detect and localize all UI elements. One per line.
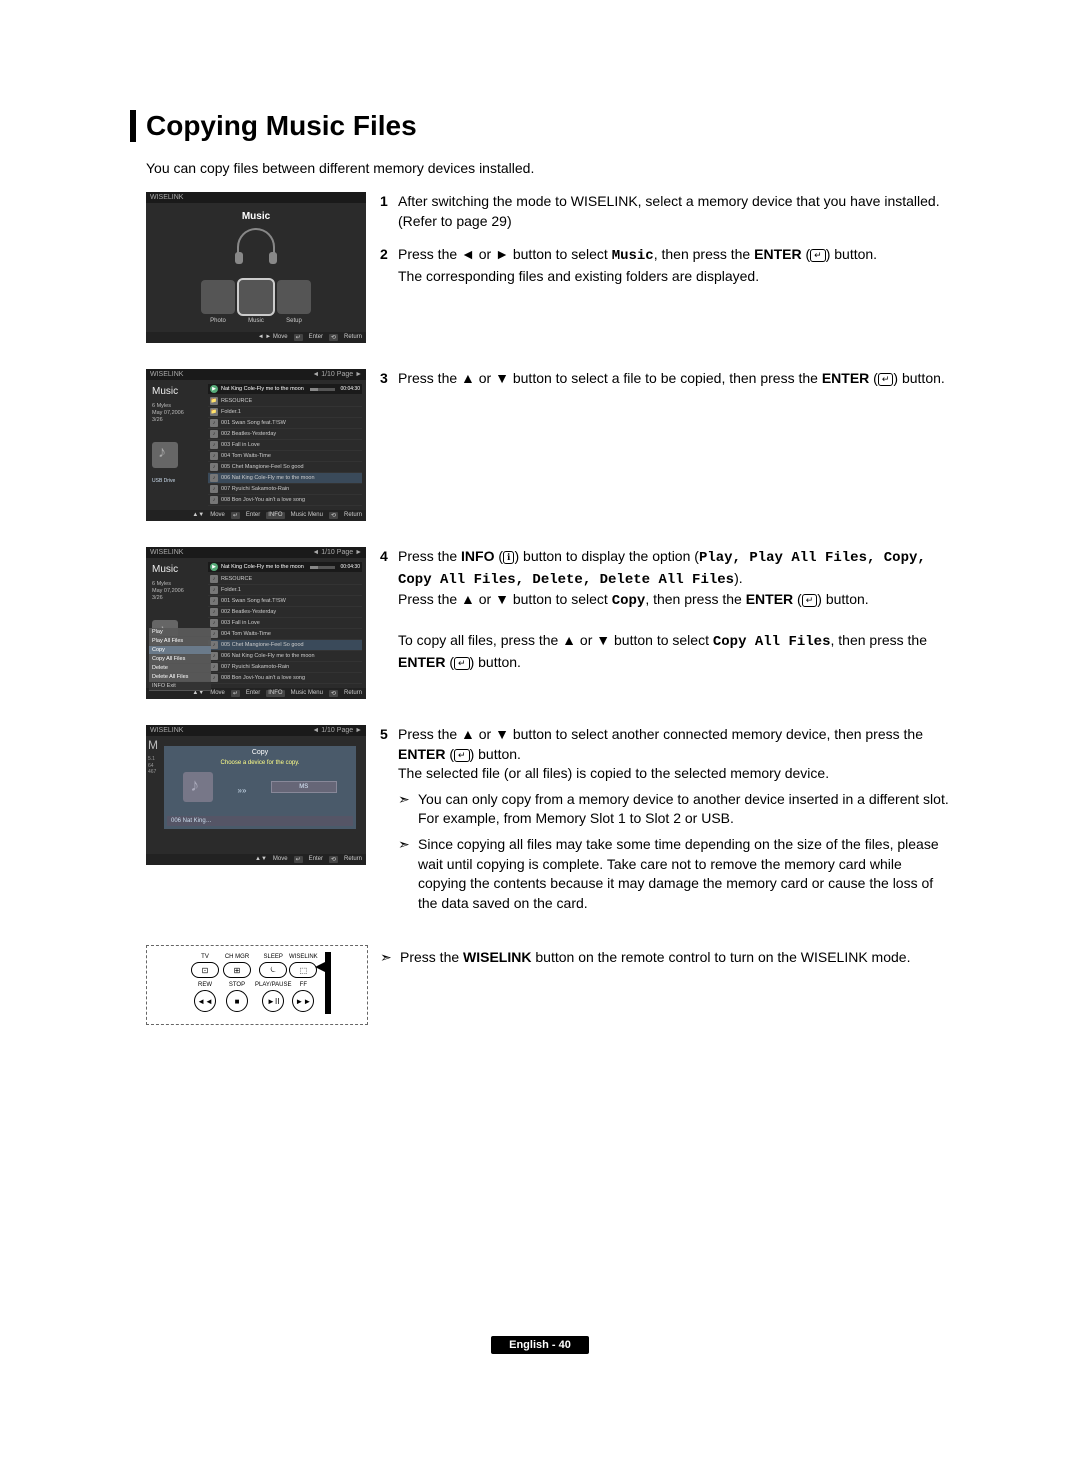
list-item: ♪005 Chet Mangione-Feel So good	[208, 640, 362, 651]
tile-setup: Setup	[277, 280, 311, 314]
remote-tv-button: ⊡	[191, 962, 219, 978]
list-item: ♪002 Beatles-Yesterday	[208, 429, 362, 440]
remote-playpause-button: ►II	[262, 990, 284, 1012]
side-category-letter: M	[148, 738, 158, 752]
tile-music: Music	[239, 280, 273, 314]
shot1-title: Music	[150, 211, 362, 222]
remote-stop-button: ■	[226, 990, 248, 1012]
enter-icon: ↵	[454, 749, 470, 762]
music-note-icon	[183, 772, 213, 802]
list-item: ♪008 Bon Jovi-You ain't a love song	[208, 673, 362, 684]
list-item: ♪003 Fall in Love	[208, 618, 362, 629]
list-item: ♪008 Bon Jovi-You ain't a love song	[208, 495, 362, 506]
wiselink-tip: ➣ Press the WISELINK button on the remot…	[380, 949, 950, 966]
copy-arrows-icon: »»	[238, 786, 247, 795]
manual-page: Copying Music Files You can copy files b…	[130, 110, 950, 1354]
enter-key-icon: ↵	[294, 856, 303, 863]
context-menu: PlayPlay All FilesCopyCopy All FilesDele…	[149, 628, 211, 691]
list-item: ♪001 Swan Song feat.T!SW	[208, 596, 362, 607]
target-device: MS	[271, 781, 337, 793]
step-5: 5 Press the ▲ or ▼ button to select anot…	[380, 725, 950, 913]
info-icon: ℹ	[503, 551, 514, 564]
remote-ff-button: ►►	[292, 990, 314, 1012]
list-item: ♪004 Tom Waits-Time	[208, 451, 362, 462]
list-item: ♪002 Beatles-Yesterday	[208, 607, 362, 618]
list-item: ♪007 Ryuichi Sakamoto-Rain	[208, 484, 362, 495]
music-note-icon	[152, 442, 178, 468]
list-item: ♪Folder.1	[208, 585, 362, 596]
note-arrow-icon: ➣	[398, 790, 418, 829]
note-bullet-1: ➣ You can only copy from a memory device…	[398, 790, 950, 829]
list-item: ♪003 Fall in Love	[208, 440, 362, 451]
intro-text: You can copy files between different mem…	[146, 160, 950, 176]
return-key-icon: ⟲	[329, 334, 338, 341]
list-item: 📁RESOURCE	[208, 396, 362, 407]
list-item: ♪RESOURCE	[208, 574, 362, 585]
title-bar: Copying Music Files	[130, 110, 950, 142]
note-bullet-2: ➣ Since copying all files may take some …	[398, 835, 950, 913]
step-3: 3 Press the ▲ or ▼ button to select a fi…	[380, 369, 950, 389]
list-item: ♪004 Tom Waits-Time	[208, 629, 362, 640]
step-2: 2 Press the ◄ or ► button to select Musi…	[380, 245, 950, 286]
screenshot-music-list: WISELINK◄ 1/10 Page ►Music6 MylesMay 07,…	[146, 369, 366, 521]
enter-icon: ↵	[878, 373, 894, 386]
copy-dialog-title: Copy	[167, 749, 353, 756]
page-number-pill: English - 40	[491, 1336, 589, 1354]
remote-diagram: TV ⊡ REW ◄◄ CH MGR ⊞ STOP ■ SLEEP ⏾	[146, 945, 368, 1025]
page-title: Copying Music Files	[146, 110, 417, 142]
return-key-icon: ⟲	[329, 856, 338, 863]
page-footer: English - 40	[130, 1335, 950, 1354]
headphones-icon	[237, 228, 275, 258]
enter-key-icon: ↵	[294, 334, 303, 341]
screenshot-wiselink-home: WISELINK Music Photo Music Setup ◄ ► Mov…	[146, 192, 366, 343]
list-item: ♪005 Chet Mangione-Feel So good	[208, 462, 362, 473]
list-item: 📁Folder.1	[208, 407, 362, 418]
remote-wiselink-button: ⬚	[289, 962, 317, 978]
note-arrow-icon: ➣	[380, 949, 400, 966]
source-file-label: 006 Nat King…	[167, 816, 353, 826]
screenshot-copy-dialog: WISELINK◄ 1/10 Page ► M 5.1 64 467 Copy …	[146, 725, 366, 865]
step-4: 4 Press the INFO (ℹ) button to display t…	[380, 547, 950, 673]
list-item: ♪001 Swan Song feat.T!SW	[208, 418, 362, 429]
enter-icon: ↵	[802, 594, 818, 607]
remote-rew-button: ◄◄	[194, 990, 216, 1012]
screenshot-music-context-menu: WISELINK◄ 1/10 Page ►Music6 MylesMay 07,…	[146, 547, 366, 699]
remote-sleep-button: ⏾	[259, 962, 287, 978]
enter-icon: ↵	[454, 657, 470, 670]
list-item: ♪007 Ryuichi Sakamoto-Rain	[208, 662, 362, 673]
brand-label: WISELINK	[150, 194, 183, 201]
pointer-arrow-icon	[315, 962, 325, 972]
list-item: ♪006 Nat King Cole-Fly me to the moon	[208, 651, 362, 662]
note-arrow-icon: ➣	[398, 835, 418, 913]
list-item: ♪006 Nat King Cole-Fly me to the moon	[208, 473, 362, 484]
copy-dialog-message: Choose a device for the copy.	[167, 760, 353, 766]
step-1: 1 After switching the mode to WISELINK, …	[380, 192, 950, 231]
enter-icon: ↵	[810, 249, 826, 262]
foot-move: ◄ ► Move	[258, 334, 288, 341]
tile-photo: Photo	[201, 280, 235, 314]
remote-chmgr-button: ⊞	[223, 962, 251, 978]
